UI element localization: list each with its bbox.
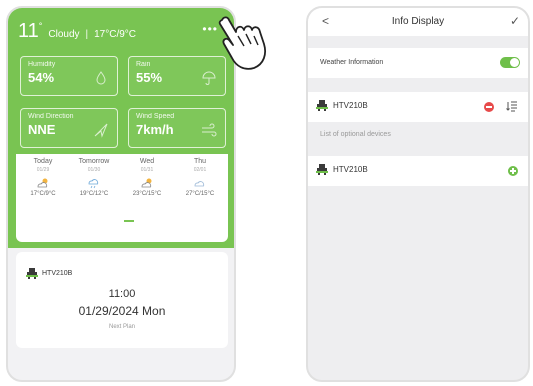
tile-label: Wind Speed — [136, 113, 175, 120]
plan-card[interactable]: HTV210B 11:00 01/29/2024 Mon Next Plan — [16, 252, 228, 348]
temperature-range: 17°C/9°C — [94, 29, 137, 40]
weather-header: 11 ° Cloudy | 17°C/9°C — [18, 20, 136, 43]
remove-device-button[interactable] — [484, 102, 494, 112]
weather-information-label: Weather Information — [320, 59, 384, 66]
drag-sort-icon[interactable] — [506, 100, 518, 112]
rain-tile: Rain 55% — [128, 56, 226, 96]
cloudy-icon — [194, 181, 205, 187]
forecast-day[interactable]: Today 01/29 17°C/9°C — [18, 158, 68, 197]
weather-home-screen: 11 ° Cloudy | 17°C/9°C ••• Humidity 54% … — [6, 6, 236, 382]
forecast-day-label: Tomorrow — [78, 158, 110, 165]
wind-icon — [202, 123, 217, 137]
toggle-knob — [510, 58, 519, 67]
forecast-date: 02/01 — [193, 167, 207, 173]
forecast-day[interactable]: Thu 02/01 27°C/15°C — [175, 158, 225, 197]
tile-label: Rain — [136, 61, 151, 68]
plan-time: 11:00 — [108, 288, 136, 300]
forecast-range: 23°C/15°C — [132, 191, 162, 197]
next-plan-label: Next Plan — [108, 324, 135, 330]
optional-device: HTV210B — [316, 164, 368, 175]
add-device-button[interactable] — [508, 166, 518, 176]
forecast-date: 01/29 — [36, 167, 50, 173]
weather-condition: Cloudy — [48, 29, 80, 40]
optional-device-name: HTV210B — [333, 165, 368, 174]
thermostat-valve-icon — [26, 268, 38, 279]
page-title: Info Display — [391, 16, 445, 27]
forecast-date: 01/31 — [140, 167, 154, 173]
forecast-range: 19°C/12°C — [79, 191, 109, 197]
selected-device: HTV210B — [316, 100, 368, 111]
forecast-range: 17°C/9°C — [30, 191, 56, 197]
plan-device-name: HTV210B — [42, 270, 73, 277]
degree-symbol: ° — [38, 21, 43, 31]
nav-bar: < Info Display ✓ — [308, 8, 528, 36]
confirm-button[interactable]: ✓ — [510, 14, 520, 28]
forecast-day[interactable]: Tomorrow 01/30 19°C/12°C — [69, 158, 119, 197]
weather-information-row: Weather Information — [308, 48, 528, 78]
forecast-scroll-indicator — [124, 220, 134, 222]
umbrella-icon — [202, 71, 216, 85]
forecast-day[interactable]: Wed 01/31 23°C/15°C — [122, 158, 172, 197]
forecast-day-label: Wed — [139, 158, 155, 165]
tile-label: Humidity — [28, 61, 56, 68]
wind-direction-tile: Wind Direction NNE — [20, 108, 118, 148]
optional-devices-label: List of optional devices — [320, 131, 391, 138]
info-display-screen: < Info Display ✓ Weather Information HTV… — [306, 6, 530, 382]
direction-arrow-icon — [94, 123, 108, 138]
wind-speed-tile: Wind Speed 7km/h — [128, 108, 226, 148]
selected-device-name: HTV210B — [333, 101, 368, 110]
weather-information-toggle[interactable] — [500, 57, 520, 68]
header-separator: | — [85, 29, 89, 40]
tap-hand-icon — [218, 16, 267, 70]
thermostat-valve-icon — [316, 164, 328, 175]
partly-cloudy-icon — [37, 178, 48, 188]
humidity-tile: Humidity 54% — [20, 56, 118, 96]
current-temperature: 11 — [18, 20, 39, 42]
plan-device: HTV210B — [26, 268, 72, 279]
plan-date: 01/29/2024 Mon — [78, 304, 166, 318]
forecast-range: 27°C/15°C — [185, 191, 215, 197]
rain-icon — [88, 179, 99, 189]
thermostat-valve-icon — [316, 100, 328, 111]
forecast-day-label: Today — [33, 158, 53, 165]
partly-cloudy-icon — [141, 178, 152, 188]
tile-label: Wind Direction — [28, 113, 74, 120]
optional-device-row: HTV210B — [308, 156, 528, 186]
forecast-day-label: Thu — [193, 158, 207, 165]
forecast-panel: Today 01/29 17°C/9°C Tomorrow 01/30 19°C… — [16, 154, 228, 242]
selected-device-row: HTV210B — [308, 92, 528, 122]
forecast-date: 01/30 — [87, 167, 101, 173]
droplet-icon — [96, 71, 106, 85]
